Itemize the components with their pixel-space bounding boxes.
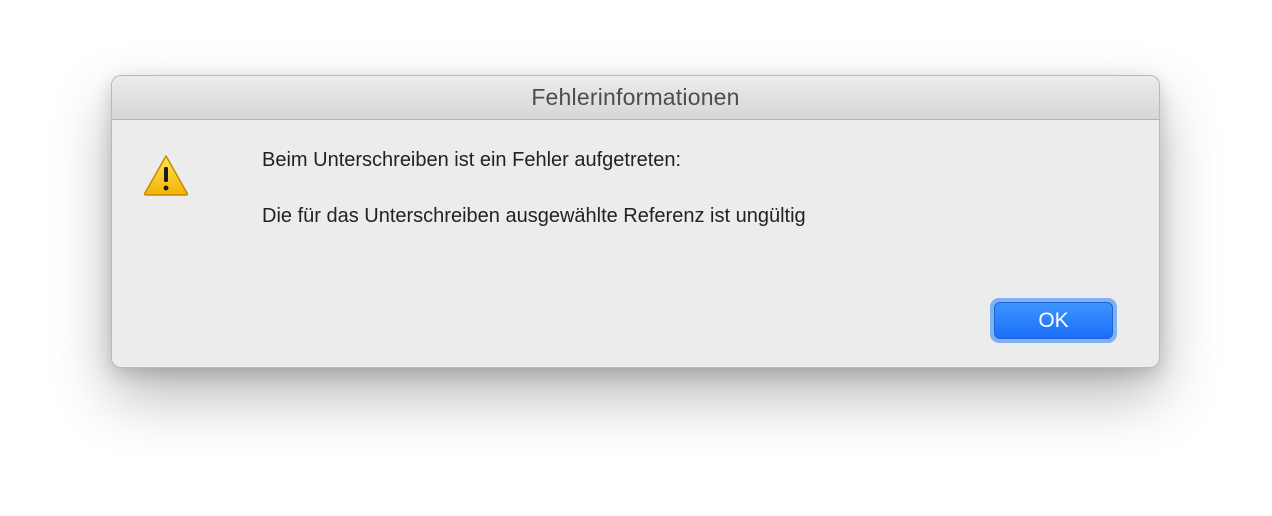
warning-icon: [143, 155, 189, 196]
dialog-titlebar[interactable]: Fehlerinformationen: [112, 76, 1159, 120]
error-detail: Die für das Unterschreiben ausgewählte R…: [262, 205, 806, 227]
dialog-title: Fehlerinformationen: [531, 84, 740, 110]
screen-background: Fehlerinformationen Beim Unterschreiben …: [0, 0, 1272, 516]
ok-button[interactable]: OK: [994, 302, 1113, 339]
error-dialog: Fehlerinformationen Beim Unterschreiben …: [111, 75, 1160, 368]
ok-button-focus-ring: OK: [990, 298, 1117, 343]
error-heading: Beim Unterschreiben ist ein Fehler aufge…: [262, 149, 682, 171]
